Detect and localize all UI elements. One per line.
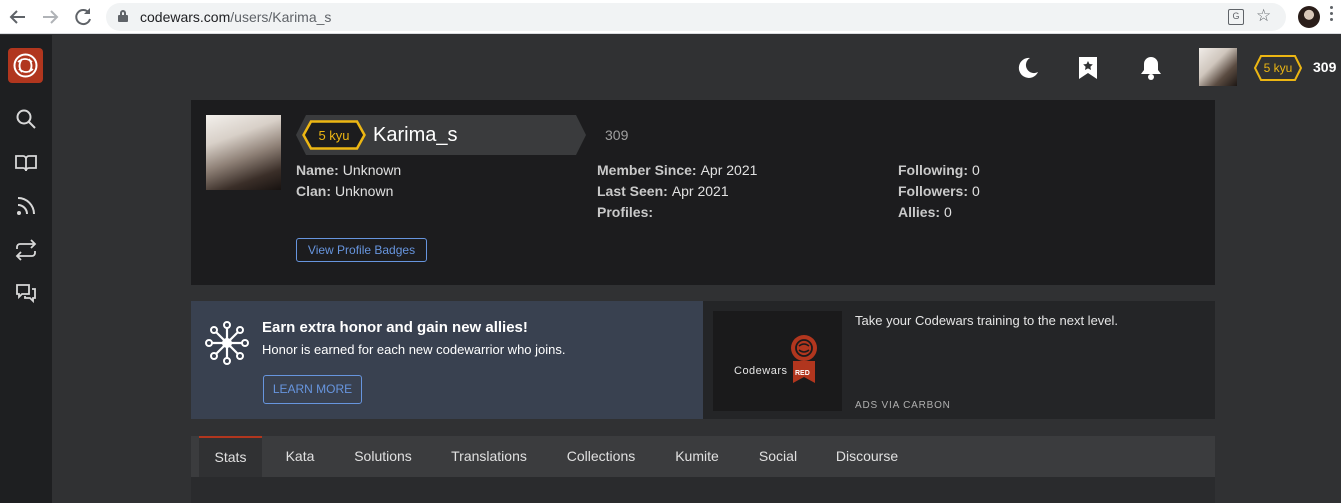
bookmark-star-icon[interactable]: ☆ (1256, 6, 1271, 26)
url-text[interactable]: codewars.com/users/Karima_s (140, 9, 331, 25)
browser-toolbar: codewars.com/users/Karima_s G ☆ (0, 0, 1341, 34)
name-stat: Name: Unknown (296, 162, 402, 178)
lock-icon (118, 10, 128, 22)
allies-stat[interactable]: Allies: 0 (898, 204, 952, 220)
ad-image[interactable]: Codewars RED (713, 311, 842, 411)
user-avatar[interactable] (1199, 48, 1237, 86)
tab-stats[interactable]: Stats (199, 436, 262, 477)
member-since-stat: Member Since: Apr 2021 (597, 162, 758, 178)
clan-stat: Clan: Unknown (296, 183, 394, 199)
profile-card: 5 kyu Karima_s 309 Name: Unknown Clan: Unk… (191, 100, 1215, 285)
tab-kata[interactable]: Kata (270, 436, 330, 477)
profile-tabs: Stats Kata Solutions Translations Collec… (191, 436, 1215, 477)
ad-tag: RED (795, 370, 810, 377)
book-icon[interactable] (14, 151, 38, 175)
referral-promo: Earn extra honor and gain new allies! Ho… (191, 301, 703, 419)
followers-stat[interactable]: Followers: 0 (898, 183, 980, 199)
profiles-stat: Profiles: (597, 204, 654, 220)
promo-subtitle: Honor is earned for each new codewarrior… (262, 342, 566, 357)
forward-arrow-icon[interactable] (38, 5, 62, 29)
ad-via-carbon[interactable]: ADS VIA CARBON (855, 400, 951, 411)
translate-icon[interactable]: G (1228, 9, 1244, 25)
network-icon (205, 321, 249, 365)
tab-translations[interactable]: Translations (437, 436, 541, 477)
tab-discourse[interactable]: Discourse (824, 436, 910, 477)
notifications-bell-icon[interactable] (1139, 55, 1163, 81)
bookmark-icon[interactable] (1076, 55, 1100, 81)
dark-mode-moon-icon[interactable] (1016, 55, 1040, 81)
repeat-icon[interactable] (14, 238, 38, 262)
ad-brand: Codewars (734, 365, 788, 377)
codewars-red-ribbon-icon (791, 335, 817, 383)
promo-title: Earn extra honor and gain new allies! (262, 319, 528, 336)
codewars-logo[interactable] (8, 48, 43, 83)
browser-profile-avatar[interactable] (1298, 6, 1320, 28)
address-bar[interactable]: codewars.com/users/Karima_s G ☆ (106, 3, 1286, 31)
honor-score: 309 (605, 127, 629, 143)
learn-more-button[interactable]: LEARN MORE (263, 375, 362, 404)
tab-content (191, 477, 1215, 503)
view-profile-badges-button[interactable]: View Profile Badges (296, 238, 427, 262)
carbon-ad[interactable]: Codewars RED Take your Codewars training… (703, 301, 1215, 419)
chat-icon[interactable] (14, 281, 38, 305)
browser-menu-icon[interactable] (1330, 6, 1334, 26)
left-sidebar (0, 35, 52, 503)
ad-text[interactable]: Take your Codewars training to the next … (855, 313, 1118, 328)
following-stat[interactable]: Following: 0 (898, 162, 980, 178)
username: Karima_s (373, 124, 458, 146)
search-icon[interactable] (14, 107, 38, 131)
top-honor-score: 309 (1313, 59, 1337, 75)
tab-collections[interactable]: Collections (553, 436, 649, 477)
tab-kumite[interactable]: Kumite (661, 436, 733, 477)
last-seen-stat: Last Seen: Apr 2021 (597, 183, 729, 199)
rss-feed-icon[interactable] (14, 194, 38, 218)
tab-solutions[interactable]: Solutions (339, 436, 427, 477)
reload-icon[interactable] (71, 5, 95, 29)
top-rank-badge: 5 kyu (1254, 55, 1302, 81)
profile-rank-badge: 5 kyu (302, 120, 366, 150)
tab-social[interactable]: Social (744, 436, 812, 477)
back-arrow-icon[interactable] (6, 5, 30, 29)
profile-avatar (206, 115, 281, 190)
